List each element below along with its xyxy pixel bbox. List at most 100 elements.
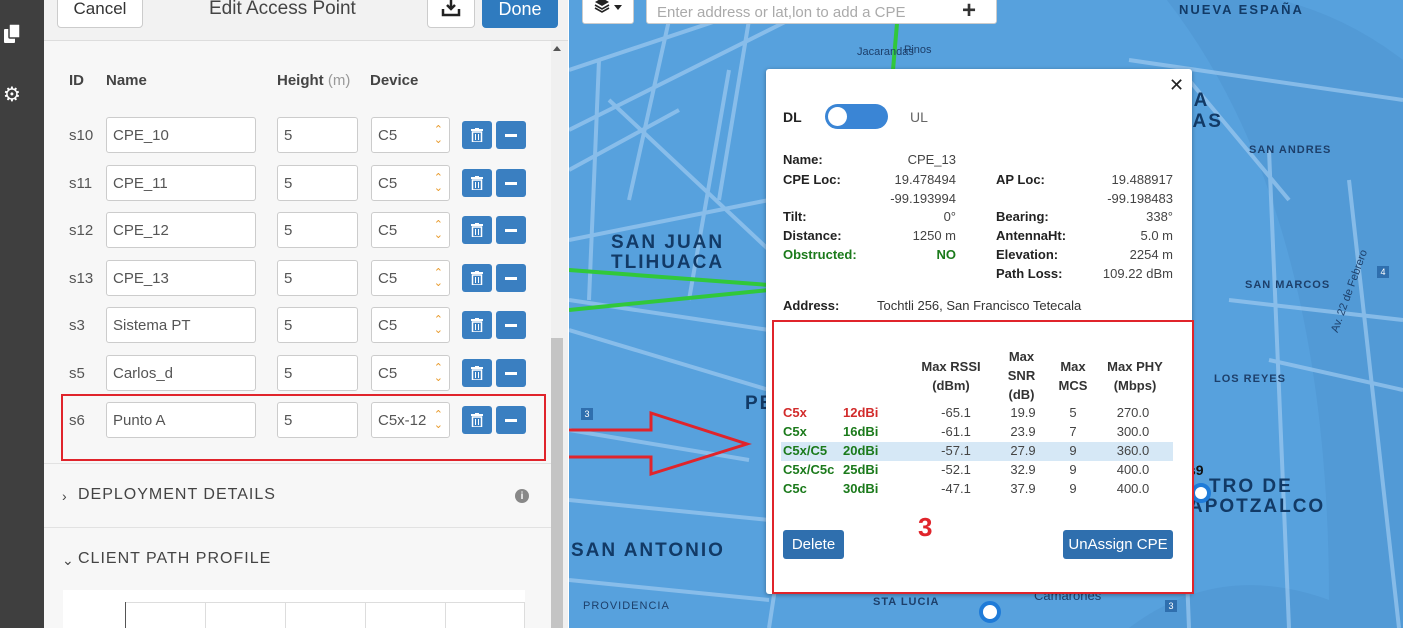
client-path-profile-section[interactable]: ⌄ CLIENT PATH PROFILE <box>44 527 551 591</box>
trash-icon <box>471 366 483 380</box>
name-field[interactable]: CPE_11 <box>106 165 256 201</box>
map-label: TRO DE <box>1209 476 1293 497</box>
name-field[interactable]: CPE_13 <box>106 260 256 296</box>
info-icon[interactable]: i <box>515 489 529 503</box>
highlight-box-table <box>772 320 1194 594</box>
download-button[interactable] <box>427 0 475 28</box>
select-arrows-icon: ⌃ ⌄ <box>433 267 443 289</box>
done-button[interactable]: Done <box>482 0 558 28</box>
col-height-header: Height (m) <box>277 72 350 89</box>
row-id: s13 <box>69 270 94 287</box>
cancel-button[interactable]: Cancel <box>57 0 143 28</box>
antennaht-key: AntennaHt: <box>996 228 1067 243</box>
remove-row-button[interactable] <box>496 169 526 197</box>
col-height-unit: (m) <box>327 72 351 89</box>
map-label: NUEVA ESPAÑA <box>1179 2 1304 17</box>
minus-icon <box>505 323 517 327</box>
remove-row-button[interactable] <box>496 121 526 149</box>
height-field[interactable]: 5 <box>277 355 358 391</box>
path-profile-chart <box>63 590 525 628</box>
layers-button[interactable] <box>582 0 634 24</box>
device-value: C5 <box>378 175 398 192</box>
row-id: s3 <box>69 317 85 334</box>
toggle-knob <box>828 107 847 126</box>
chart-gridline <box>445 602 446 628</box>
device-select[interactable]: C5 ⌃ ⌄ <box>371 355 450 391</box>
map-label: APOTZALCO <box>1189 496 1326 517</box>
name-field[interactable]: CPE_12 <box>106 212 256 248</box>
remove-row-button[interactable] <box>496 311 526 339</box>
distance-value: 1250 m <box>912 228 956 243</box>
delete-row-button[interactable] <box>462 169 492 197</box>
cpe-marker[interactable] <box>1191 483 1211 503</box>
minus-icon <box>505 371 517 375</box>
delete-row-button[interactable] <box>462 311 492 339</box>
device-value: C5 <box>378 317 398 334</box>
path-loss-value: 109.22 dBm <box>1102 266 1173 281</box>
name-value: CPE_13 <box>907 152 956 167</box>
pages-icon[interactable] <box>0 22 24 46</box>
remove-row-button[interactable] <box>496 216 526 244</box>
obstructed-value: NO <box>936 247 957 262</box>
left-rail: ⚙ <box>0 0 44 628</box>
device-select[interactable]: C5 ⌃ ⌄ <box>371 212 450 248</box>
delete-row-button[interactable] <box>462 359 492 387</box>
elevation-key: Elevation: <box>996 247 1059 262</box>
height-field[interactable]: 5 <box>277 260 358 296</box>
delete-row-button[interactable] <box>462 121 492 149</box>
height-field[interactable]: 5 <box>277 165 358 201</box>
tilt-key: Tilt: <box>783 209 807 224</box>
ul-label: UL <box>910 109 928 125</box>
scrollbar-thumb[interactable] <box>551 338 563 628</box>
section-label: DEPLOYMENT DETAILS <box>78 486 276 503</box>
chart-axis <box>125 602 126 628</box>
ap-lon-value: -99.198483 <box>1107 191 1173 206</box>
map-label: STA LUCIA <box>873 596 940 608</box>
delete-row-button[interactable] <box>462 216 492 244</box>
table-row: s10 CPE_10 5 C5 ⌃ ⌄ <box>44 117 551 164</box>
col-height-label: Height <box>277 72 324 89</box>
obstructed-key: Obstructed: <box>783 247 857 262</box>
dl-label: DL <box>783 109 802 125</box>
chart-gridline <box>125 602 525 603</box>
map-label: PROVIDENCIA <box>583 600 670 612</box>
device-select[interactable]: C5 ⌃ ⌄ <box>371 307 450 343</box>
row-id: s11 <box>69 175 93 192</box>
section-label: CLIENT PATH PROFILE <box>78 550 272 567</box>
chart-gridline <box>205 602 206 628</box>
close-icon[interactable]: ✕ <box>1169 75 1184 96</box>
map-label: SAN ANDRES <box>1249 144 1332 156</box>
cpe-marker[interactable] <box>979 601 1001 623</box>
height-field[interactable]: 5 <box>277 212 358 248</box>
layers-icon <box>594 0 610 18</box>
dl-ul-toggle[interactable] <box>825 104 888 129</box>
trash-icon <box>471 318 483 332</box>
add-cpe-icon[interactable]: + <box>962 0 976 25</box>
gear-icon[interactable]: ⚙ <box>0 82 24 106</box>
scroll-up-icon[interactable] <box>553 46 561 51</box>
delete-row-button[interactable] <box>462 264 492 292</box>
device-select[interactable]: C5 ⌃ ⌄ <box>371 165 450 201</box>
row-id: s5 <box>69 365 85 382</box>
remove-row-button[interactable] <box>496 359 526 387</box>
panel-toolbar: Cancel Edit Access Point Done <box>44 0 568 41</box>
minus-icon <box>505 228 517 232</box>
name-field[interactable]: Carlos_d <box>106 355 256 391</box>
col-device-header: Device <box>370 72 419 89</box>
path-loss-key: Path Loss: <box>996 266 1063 281</box>
col-id-header: ID <box>69 72 84 89</box>
height-field[interactable]: 5 <box>277 117 358 153</box>
name-field[interactable]: Sistema PT <box>106 307 256 343</box>
name-field[interactable]: CPE_10 <box>106 117 256 153</box>
map-label: Jacarandas <box>857 46 914 58</box>
remove-row-button[interactable] <box>496 264 526 292</box>
device-select[interactable]: C5 ⌃ ⌄ <box>371 260 450 296</box>
device-select[interactable]: C5 ⌃ ⌄ <box>371 117 450 153</box>
chart-gridline <box>365 602 366 628</box>
deployment-details-section[interactable]: › DEPLOYMENT DETAILS i <box>44 463 551 527</box>
height-field[interactable]: 5 <box>277 307 358 343</box>
route-shield: 3 <box>581 408 593 420</box>
address-search-input[interactable]: Enter address or lat,lon to add a CPE <box>646 0 997 24</box>
minus-icon <box>505 276 517 280</box>
select-arrows-icon: ⌃ ⌄ <box>433 314 443 336</box>
